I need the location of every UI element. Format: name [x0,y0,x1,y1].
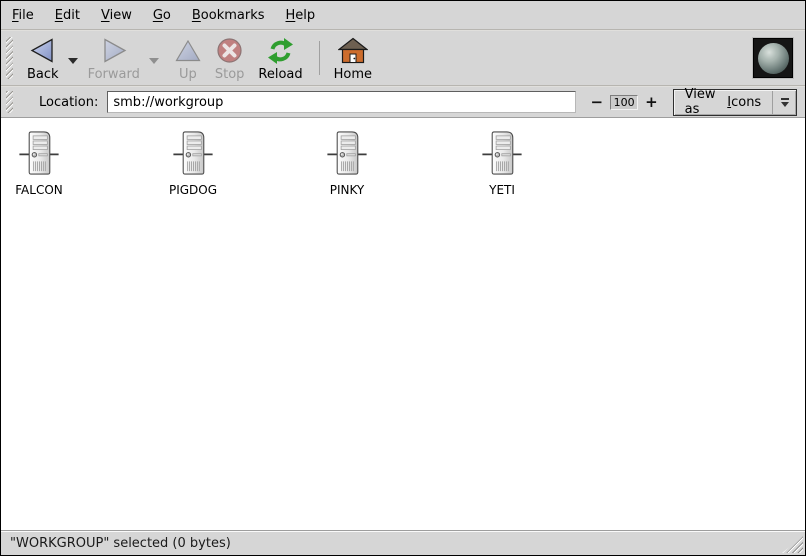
reload-button[interactable]: Reload [251,33,309,83]
toolbar-separator [319,41,320,75]
zoom-in-button[interactable]: + [645,95,658,110]
menu-file[interactable]: File [12,8,34,23]
menu-go[interactable]: Go [153,8,171,23]
location-input[interactable] [107,91,575,113]
chevron-down-icon [149,58,159,64]
menu-view[interactable]: View [101,8,132,23]
home-icon [338,34,368,67]
network-server-icon [327,129,367,182]
up-icon [175,34,201,67]
reload-label: Reload [258,67,302,82]
zoom-controls: − 100 + [591,95,658,110]
file-manager-window: File Edit View Go Bookmarks Help Back Fo… [0,0,806,556]
globe-sphere-icon [758,43,789,74]
file-item-label: FALCON [15,183,63,197]
forward-history-dropdown[interactable] [147,39,162,83]
view-as-label: View as Icons [674,90,773,115]
zoom-level-indicator[interactable]: 100 [610,95,638,110]
back-button[interactable]: Back [20,33,66,83]
back-label: Back [27,67,59,82]
file-item-label: PINKY [330,183,365,197]
location-bar: Location: − 100 + View as Icons [1,87,805,117]
file-item-falcon[interactable]: FALCON [1,129,77,197]
home-button[interactable]: Home [327,33,379,83]
up-button[interactable]: Up [168,33,208,83]
toolbar-drag-handle[interactable] [6,37,13,79]
status-bar: "WORKGROUP" selected (0 bytes) [1,530,805,555]
view-as-dropdown[interactable]: View as Icons [673,89,797,116]
zoom-out-button[interactable]: − [591,95,604,110]
menubar: File Edit View Go Bookmarks Help [1,1,805,29]
menu-edit[interactable]: Edit [55,8,80,23]
file-item-yeti[interactable]: YETI [464,129,540,197]
location-label: Location: [39,95,98,110]
forward-button[interactable]: Forward [81,33,147,83]
home-label: Home [334,67,372,82]
network-server-icon [19,129,59,182]
file-item-pinky[interactable]: PINKY [309,129,385,197]
reload-icon [266,34,295,67]
back-icon [28,34,58,67]
resize-grip[interactable] [782,536,803,553]
file-item-pigdog[interactable]: PIGDOG [155,129,231,197]
stop-icon [216,34,243,67]
icon-view-pane[interactable]: FALCON PIGDOG [1,117,805,530]
toolbar: Back Forward Up [1,31,805,85]
up-label: Up [179,67,197,82]
locationbar-drag-handle[interactable] [6,91,13,113]
throbber [753,38,793,78]
file-item-label: PIGDOG [169,183,217,197]
network-server-icon [482,129,522,182]
menu-bookmarks[interactable]: Bookmarks [192,8,265,23]
network-server-icon [173,129,213,182]
status-text: "WORKGROUP" selected (0 bytes) [10,536,231,551]
stop-button[interactable]: Stop [208,33,252,83]
back-history-dropdown[interactable] [66,39,81,83]
forward-icon [99,34,129,67]
menu-help[interactable]: Help [286,8,316,23]
chevron-down-icon [68,58,78,64]
forward-label: Forward [88,67,140,82]
file-item-label: YETI [489,183,515,197]
dropdown-arrow-icon [773,90,796,115]
stop-label: Stop [215,67,245,82]
